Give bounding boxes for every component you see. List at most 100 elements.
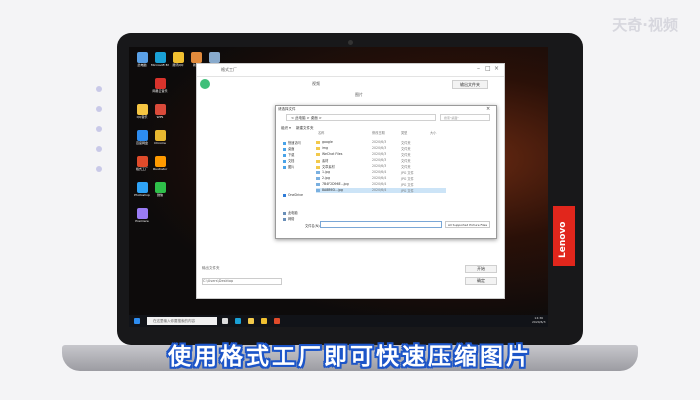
taskbar-search-input[interactable]: 在这里输入你要搜索的内容 <box>147 317 217 325</box>
nav-item-label: OneDrive <box>288 193 303 197</box>
image-file-icon <box>316 188 320 192</box>
nav-item[interactable]: 网络 <box>283 216 294 221</box>
nav-item[interactable]: 此电脑 <box>283 210 298 215</box>
folder-icon <box>283 217 286 221</box>
folder-icon <box>283 159 286 163</box>
filetype-select[interactable]: All Supported Picture Files <box>445 221 490 228</box>
output-folder-label: 输出文件夹 <box>202 266 220 270</box>
formatfactory-icon[interactable] <box>274 318 280 324</box>
file-date: 2020/6/3 <box>372 164 387 168</box>
desktop-icon[interactable]: Illustrator <box>151 156 169 178</box>
nav-item[interactable]: 下载 <box>283 152 294 157</box>
file-name: WeChat Files <box>322 152 343 156</box>
app-title: 格式工厂 <box>197 64 504 77</box>
file-name: 8A8B9D...jpg <box>322 188 343 192</box>
file-name: img <box>322 146 329 150</box>
nav-item-label: 图片 <box>288 165 295 169</box>
desktop-icon[interactable]: Microsoft Edge <box>151 52 169 74</box>
file-type: JPG 文件 <box>401 183 414 187</box>
qq-icon[interactable] <box>261 318 267 324</box>
column-size[interactable]: 大小 <box>430 130 436 135</box>
tab-video[interactable]: 视频 <box>312 81 320 87</box>
explorer-icon[interactable] <box>248 318 254 324</box>
file-date: 2020/6/3 <box>372 152 387 156</box>
file-date: 2020/6/3 <box>372 146 387 150</box>
file-row[interactable]: 文章素材 2020/6/3 文件夹 <box>316 164 446 169</box>
file-type: 文件夹 <box>401 165 411 169</box>
start-button[interactable]: 开始 <box>465 265 497 273</box>
dialog-title: 请选择文件 <box>278 107 296 111</box>
folder-icon <box>283 141 286 145</box>
nav-item[interactable]: 桌面 <box>283 146 294 151</box>
column-date[interactable]: 修改日期 <box>372 130 385 135</box>
column-name[interactable]: 名称 <box>318 130 324 135</box>
app-icon <box>172 52 184 63</box>
taskview-icon[interactable] <box>222 318 228 324</box>
desktop-icon[interactable]: Premiere <box>133 208 151 230</box>
taskbar-clock[interactable]: 14:36 2020/6/3 <box>532 316 545 324</box>
desktop-icon[interactable]: 微信 <box>151 182 169 204</box>
file-name: 文章素材 <box>322 165 335 169</box>
desktop-icon-label: 此电脑 <box>137 63 147 67</box>
file-type: JPG 文件 <box>401 189 414 193</box>
desktop-icon[interactable]: Chrome <box>151 130 169 152</box>
file-date: 2020/6/3 <box>372 158 387 162</box>
file-date: 2020/6/4 <box>372 176 387 180</box>
folder-icon <box>316 140 320 144</box>
breadcrumb[interactable]: < 此电脑 > 桌面 > <box>286 114 436 121</box>
desktop-icon[interactable]: QQ音乐 <box>133 104 151 126</box>
desktop-icon[interactable]: 此电脑 <box>133 52 151 74</box>
nav-item[interactable]: 图片 <box>283 164 294 169</box>
maximize-icon[interactable]: □ <box>485 65 491 72</box>
nav-item-label: 此电脑 <box>288 211 298 215</box>
organize-menu[interactable]: 组织 ▾ <box>281 126 291 131</box>
filename-input[interactable] <box>320 221 442 228</box>
ok-button[interactable]: 确定 <box>465 277 497 285</box>
desktop-icon-label: Photoshop <box>134 193 150 197</box>
file-type: 文件夹 <box>401 153 411 157</box>
file-row[interactable]: WeChat Files 2020/6/3 文件夹 <box>316 152 446 157</box>
column-type[interactable]: 类型 <box>401 130 407 135</box>
desktop-icon[interactable]: Photoshop <box>133 182 151 204</box>
image-file-icon <box>316 170 320 174</box>
nav-item-label: 快速访问 <box>288 141 301 145</box>
desktop-icon[interactable]: 百度网盘 <box>133 130 151 152</box>
output-folder-field[interactable]: C:\Users\Desktop <box>202 278 282 285</box>
new-folder-button[interactable]: 新建文件夹 <box>296 126 314 131</box>
file-row[interactable]: 8A8B9D...jpg 2020/6/4 JPG 文件 <box>316 188 446 193</box>
file-row[interactable]: img 2020/6/3 文件夹 <box>316 146 446 151</box>
folder-icon <box>316 152 320 156</box>
desktop-icon[interactable]: WPS <box>151 104 169 126</box>
file-type: JPG 文件 <box>401 171 414 175</box>
nav-item[interactable]: 文档 <box>283 158 294 163</box>
file-row[interactable]: 1.jpg 2020/6/4 JPG 文件 <box>316 170 446 175</box>
file-row[interactable]: 7B4F2D96E...jpg 2020/6/4 JPG 文件 <box>316 182 446 187</box>
app-icon <box>136 104 148 115</box>
nav-item[interactable]: 快速访问 <box>283 140 301 145</box>
desktop-icon-label: Chrome <box>154 141 166 145</box>
close-icon[interactable]: × <box>494 65 499 72</box>
folder-icon <box>283 211 286 215</box>
file-row[interactable]: google 2020/6/3 文件夹 <box>316 140 446 145</box>
app-icon <box>190 52 202 63</box>
clock-date: 2020/6/3 <box>532 320 546 324</box>
file-date: 2020/6/4 <box>372 170 387 174</box>
app-icon <box>154 156 166 167</box>
tab-image[interactable]: 图片 <box>355 92 363 98</box>
app-icon <box>154 130 166 141</box>
desktop-icon[interactable]: 腾讯QQ <box>169 52 187 74</box>
file-name: google <box>322 140 333 144</box>
output-folder-button[interactable]: 输出文件夹 <box>452 80 488 89</box>
dialog-search-input[interactable]: 搜索"桌面" <box>440 114 490 121</box>
windows-start-icon[interactable] <box>134 318 140 324</box>
file-row[interactable]: 素材 2020/6/3 文件夹 <box>316 158 446 163</box>
folder-icon <box>283 147 286 151</box>
dialog-close-icon[interactable]: × <box>486 106 490 112</box>
edge-icon[interactable] <box>235 318 241 324</box>
desktop-icon[interactable]: 网易云音乐 <box>151 78 169 100</box>
minimize-icon[interactable]: – <box>477 65 480 72</box>
file-row[interactable]: 2.jpg 2020/6/4 JPG 文件 <box>316 176 446 181</box>
desktop-icon[interactable]: 格式工厂 <box>133 156 151 178</box>
nav-item[interactable]: OneDrive <box>283 193 303 197</box>
desktop-icon-label: 微信 <box>156 193 163 197</box>
